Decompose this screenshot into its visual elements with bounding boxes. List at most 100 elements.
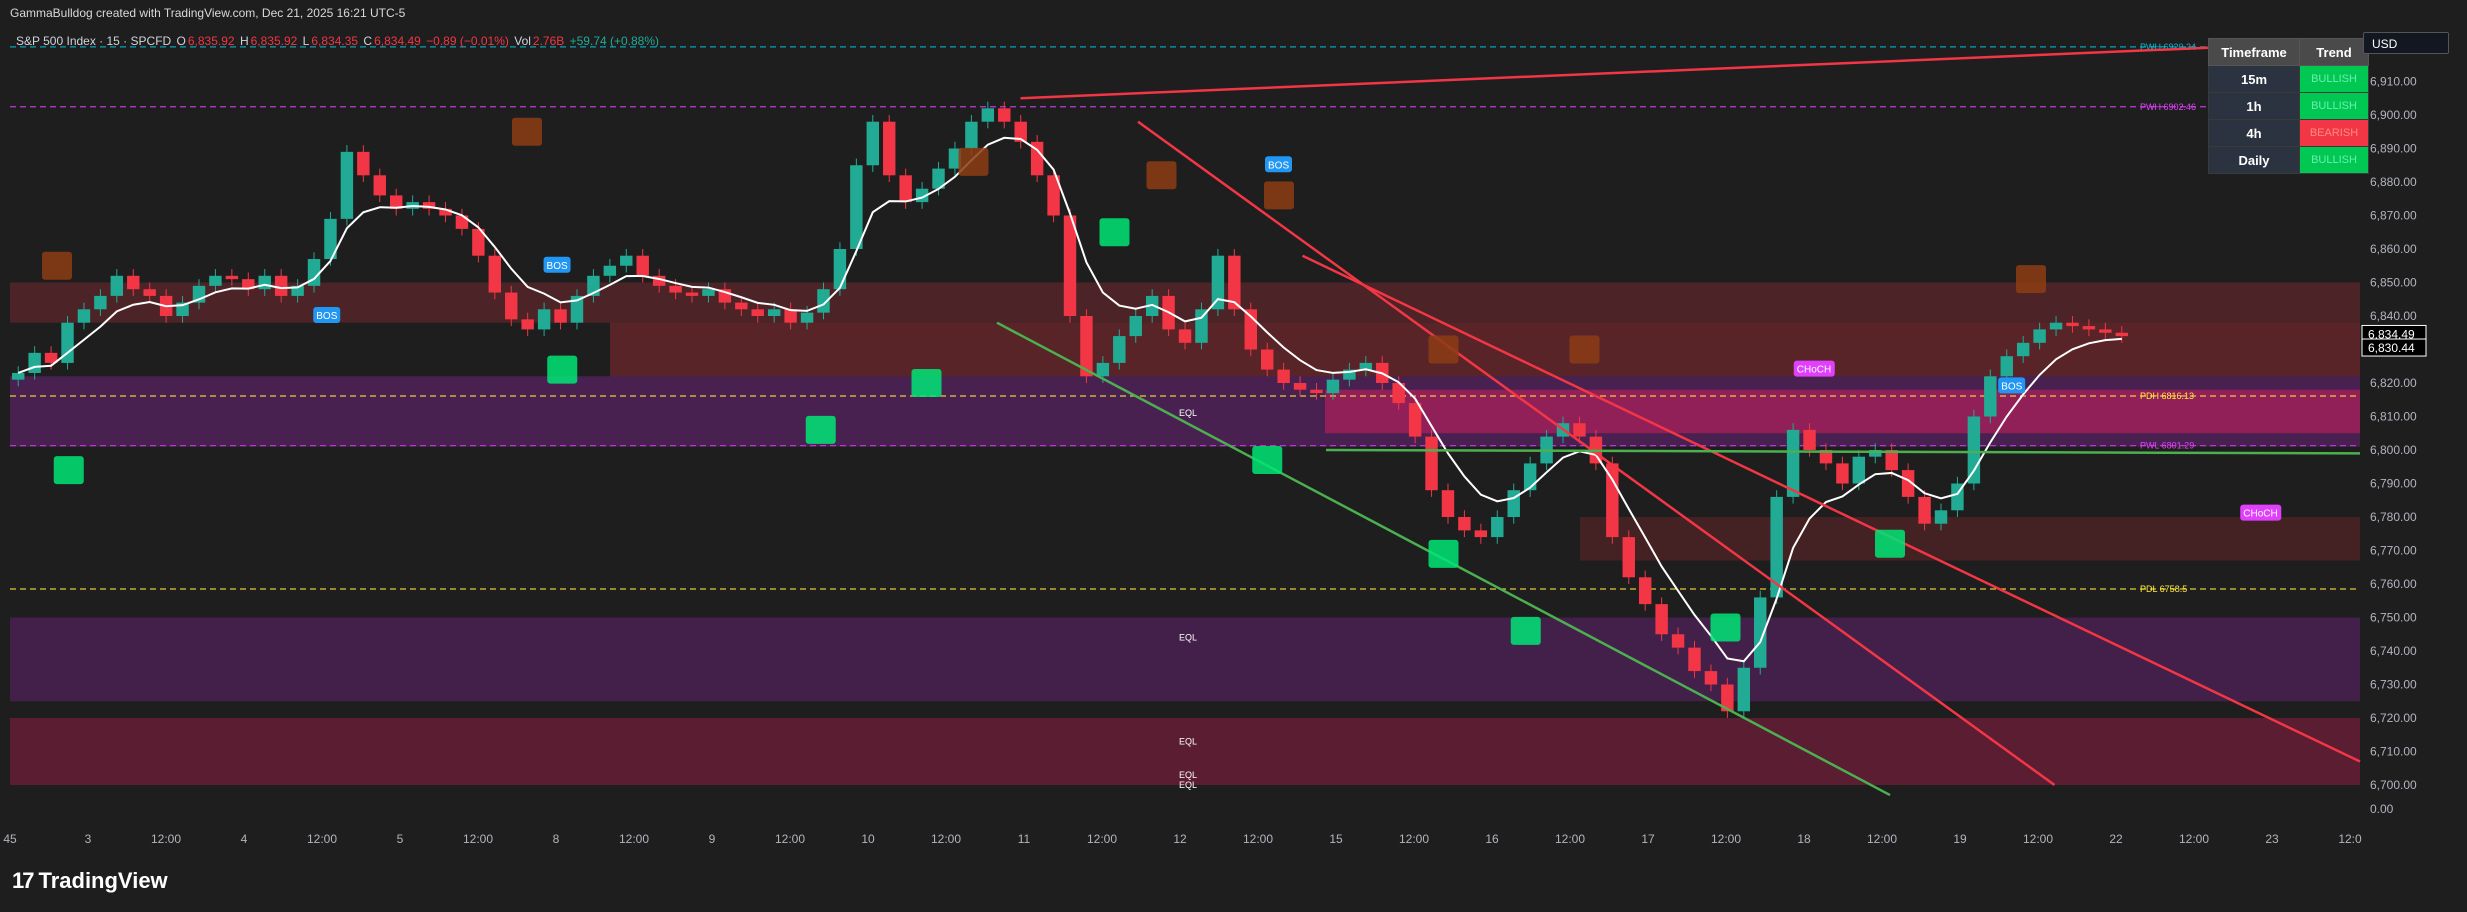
- x-axis-tick: 22: [2109, 832, 2123, 846]
- signal-marker: [1875, 529, 1905, 558]
- candle: [1984, 376, 1997, 417]
- tradingview-logo[interactable]: 17 TradingView: [12, 868, 168, 894]
- x-axis-tick: 12:00: [2179, 832, 2209, 846]
- candle: [981, 108, 995, 122]
- signal-marker: [1428, 335, 1459, 364]
- candle: [209, 275, 222, 286]
- candle: [2066, 322, 2079, 327]
- x-axis-tick: 12:00: [1711, 832, 1741, 846]
- y-axis-tick: 6,800.00: [2370, 443, 2417, 457]
- price-chart[interactable]: PWH 6920.34PWH 6902.46PDH 6816.13PWL 680…: [0, 0, 2467, 848]
- trend-table: Timeframe Trend 15m BULLISH 1h BULLISH 4…: [2208, 38, 2369, 174]
- level-label: PWH 6902.46: [2140, 102, 2196, 112]
- trend-status: BULLISH: [2299, 92, 2369, 120]
- change-value: −0.89 (−0.01%): [426, 34, 509, 48]
- structure-label: BOS: [1268, 160, 1289, 171]
- x-axis-tick: 12:00: [1867, 832, 1897, 846]
- x-axis-tick: 4: [241, 832, 248, 846]
- ohlc-legend: S&P 500 Index · 15 · SPCFD O 6,835.92 H 6,…: [16, 34, 661, 48]
- open-value: 6,835.92: [187, 34, 235, 48]
- candle: [1063, 215, 1077, 316]
- candle: [767, 309, 781, 316]
- y-axis-tick: 6,810.00: [2370, 410, 2417, 424]
- candle: [1934, 510, 1948, 524]
- candle: [2099, 329, 2112, 333]
- candle: [1293, 383, 1307, 390]
- close-label: C: [363, 34, 373, 48]
- candle: [1277, 369, 1290, 383]
- x-axis-tick: 12:00: [151, 832, 181, 846]
- trend-timeframe: 1h: [2208, 92, 2300, 120]
- structure-label: CHoCH: [1797, 365, 1831, 376]
- signal-marker: [805, 415, 836, 444]
- signal-marker: [53, 456, 84, 485]
- trend-status: BULLISH: [2299, 65, 2369, 93]
- x-axis-tick: 23: [2265, 832, 2279, 846]
- signal-marker: [1252, 446, 1283, 475]
- x-axis-tick: 16: [1485, 832, 1499, 846]
- signal-marker: [1264, 181, 1294, 210]
- trend-timeframe: Daily: [2208, 146, 2300, 174]
- candle: [1688, 647, 1701, 672]
- x-axis-tick: 3: [85, 832, 92, 846]
- x-axis-tick: 8: [553, 832, 560, 846]
- signal-marker: [911, 369, 942, 397]
- x-axis-tick: 45: [3, 832, 17, 846]
- candle: [1918, 496, 1931, 524]
- candle: [1211, 255, 1225, 310]
- y-axis-tick: 6,890.00: [2370, 142, 2417, 156]
- candle: [636, 255, 649, 276]
- trend-timeframe: 15m: [2208, 65, 2300, 93]
- candle: [899, 175, 912, 203]
- structure-label: BOS: [547, 261, 568, 272]
- x-axis-tick: 12:00: [463, 832, 493, 846]
- eql-label: EQL: [1179, 736, 1197, 746]
- candle: [1178, 329, 1192, 343]
- eql-label: EQL: [1179, 780, 1197, 790]
- bottom-bar: [0, 848, 2467, 912]
- candle: [2016, 342, 2030, 357]
- eql-label: EQL: [1179, 408, 1197, 418]
- candle: [1096, 362, 1110, 377]
- x-axis-tick: 12:00: [775, 832, 805, 846]
- candle: [1491, 517, 1504, 538]
- y-axis-tick: 6,760.00: [2370, 577, 2417, 591]
- tradingview-logo-icon: 17: [12, 868, 35, 893]
- candle: [603, 265, 617, 276]
- y-axis-tick: 6,770.00: [2370, 544, 2417, 558]
- volume-label: Vol: [514, 34, 531, 48]
- level-label: PDH 6816.13: [2140, 391, 2194, 401]
- y-axis-tick: 6,900.00: [2370, 108, 2417, 122]
- x-axis-tick: 12:00: [2023, 832, 2053, 846]
- candle: [883, 121, 896, 176]
- symbol-label[interactable]: S&P 500 Index · 15 · SPCFD: [16, 34, 171, 48]
- x-axis-tick: 17: [1641, 832, 1655, 846]
- trend-status: BULLISH: [2299, 146, 2369, 174]
- trend-table-header-trend: Trend: [2299, 38, 2369, 66]
- candle: [1113, 336, 1126, 363]
- candle: [1622, 537, 1635, 578]
- zone: [610, 322, 2360, 377]
- signal-marker: [1510, 616, 1541, 645]
- candle: [850, 165, 863, 249]
- level-label: PWL 6801.29: [2140, 441, 2194, 451]
- trend-table-header-timeframe: Timeframe: [2208, 38, 2300, 66]
- high-value: 6,835.92: [250, 34, 298, 48]
- signal-marker: [1099, 218, 1130, 247]
- zone: [10, 282, 2360, 323]
- currency-button[interactable]: USD: [2363, 32, 2449, 54]
- candle: [1836, 463, 1849, 484]
- low-value: 6,834.35: [311, 34, 359, 48]
- x-axis-tick: 12:00: [1087, 832, 1117, 846]
- y-axis-tick: 6,780.00: [2370, 510, 2417, 524]
- candle: [2115, 332, 2128, 337]
- candle: [2082, 326, 2096, 330]
- candle: [1474, 530, 1488, 538]
- candle: [1260, 349, 1274, 370]
- candle: [735, 302, 748, 310]
- signal-marker: [958, 147, 989, 176]
- y-axis-tick: 6,790.00: [2370, 477, 2417, 491]
- y-axis-tick: 6,710.00: [2370, 745, 2417, 759]
- candle: [1326, 379, 1340, 394]
- high-label: H: [239, 34, 249, 48]
